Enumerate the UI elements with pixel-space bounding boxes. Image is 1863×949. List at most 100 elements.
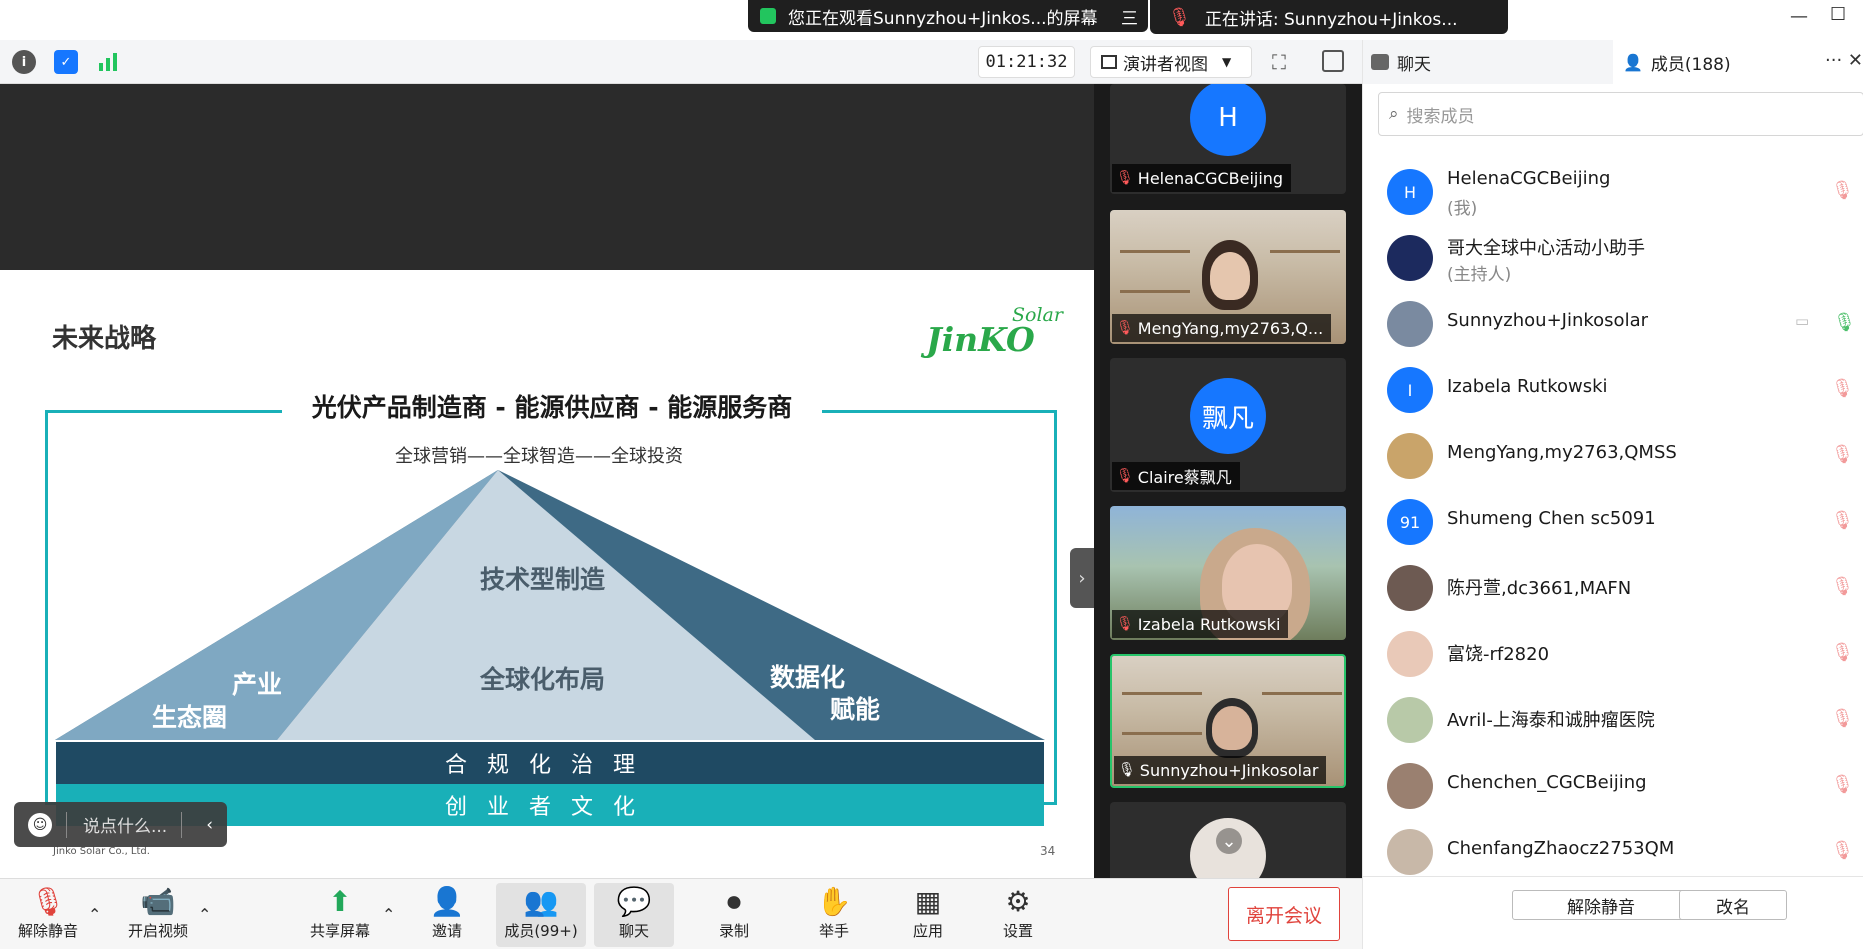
member-avatar — [1387, 763, 1433, 809]
video-tile-name: 🎙 MengYang,my2763,Q... — [1112, 314, 1332, 342]
member-row[interactable]: 陈丹萱,dc3661,MAFN 🎙 — [1363, 556, 1863, 622]
member-row[interactable]: 富饶-rf2820 🎙 — [1363, 622, 1863, 688]
member-row[interactable]: I Izabela Rutkowski 🎙 — [1363, 358, 1863, 424]
video-tile[interactable]: 🎙 Izabela Rutkowski — [1110, 506, 1346, 640]
record-label: 录制 — [718, 922, 749, 940]
member-search-input[interactable]: ⌕ 搜索成员 — [1378, 92, 1863, 136]
chat-button[interactable]: 💬 聊天 — [594, 883, 674, 947]
mic-muted-icon[interactable]: 🎙 — [1831, 774, 1854, 795]
mic-muted-icon: 🎙 — [1116, 320, 1134, 336]
member-row[interactable]: Sunnyzhou+Jinkosolar ▭ 🎙 — [1363, 292, 1863, 358]
info-icon[interactable]: i — [12, 50, 36, 74]
invite-button[interactable]: 👤 邀请 — [416, 883, 478, 947]
mic-muted-icon[interactable]: 🎙 — [1831, 378, 1854, 399]
screen-share-banner[interactable]: 您正在观看Sunnyzhou+Jinkos...的屏幕 三 — [748, 0, 1148, 32]
member-name: 哥大全球中心活动小助手 — [1447, 238, 1645, 259]
pyramid-label-right-1: 数据化 — [770, 663, 846, 692]
member-row[interactable]: 哥大全球中心活动小助手 (主持人) — [1363, 226, 1863, 292]
audio-options-caret-icon[interactable]: ⌃ — [88, 905, 101, 924]
members-label: 成员(99+) — [504, 922, 578, 940]
unmute-mic-button[interactable]: 🎙 解除静音 — [8, 883, 88, 947]
member-name: Izabela Rutkowski — [1447, 376, 1608, 397]
mic-muted-icon[interactable]: 🎙 — [1831, 708, 1854, 729]
member-avatar — [1387, 433, 1433, 479]
member-name: MengYang,my2763,QMSS — [1447, 442, 1677, 463]
fullscreen-icon[interactable]: ⛶ — [1272, 50, 1286, 74]
member-row[interactable]: 91 Shumeng Chen sc5091 🎙 — [1363, 490, 1863, 556]
participant-avatar: 飘凡 — [1190, 378, 1266, 454]
video-options-caret-icon[interactable]: ⌃ — [198, 905, 211, 924]
quick-chat-placeholder: 说点什么... — [83, 817, 168, 837]
share-screen-icon: ⬆ — [328, 885, 352, 918]
view-mode-select[interactable]: 演讲者视图 ▼ — [1090, 46, 1252, 78]
more-options-icon[interactable]: ··· ✕ — [1825, 50, 1863, 71]
mic-muted-icon[interactable]: 🎙 — [1831, 510, 1854, 531]
participant-avatar: H — [1190, 84, 1266, 156]
maximize-window-icon[interactable]: ☐ — [1830, 4, 1850, 25]
rename-button[interactable]: 改名 — [1679, 890, 1787, 920]
member-row[interactable]: Avril-上海泰和诚肿瘤医院 🎙 — [1363, 688, 1863, 754]
participant-name: HelenaCGCBeijing — [1137, 168, 1284, 188]
unmute-button[interactable]: 解除静音 — [1512, 890, 1690, 920]
mic-muted-icon[interactable]: 🎙 — [1831, 444, 1854, 465]
video-tile[interactable]: 飘凡 🎙 Claire蔡飘凡 — [1110, 358, 1346, 492]
record-button[interactable]: ⏺ 录制 — [700, 883, 768, 947]
member-avatar: H — [1387, 169, 1433, 215]
sidebar-toggle-icon[interactable] — [1322, 50, 1344, 72]
settings-label: 设置 — [1002, 922, 1033, 940]
speaking-indicator: 🎙 正在讲话: Sunnyzhou+Jinkos... — [1150, 0, 1508, 34]
mic-muted-icon[interactable]: 🎙 — [1831, 576, 1854, 597]
pyramid-label-left-2: 生态圈 — [152, 703, 228, 732]
member-avatar — [1387, 697, 1433, 743]
minimize-window-icon[interactable]: — — [1790, 6, 1810, 27]
gear-icon: ⚙ — [1005, 885, 1031, 918]
collapse-left-icon[interactable]: ‹ — [206, 815, 213, 835]
share-options-caret-icon[interactable]: ⌃ — [382, 905, 395, 924]
member-row[interactable]: H HelenaCGCBeijing (我) 🎙 — [1363, 160, 1863, 226]
members-button[interactable]: 👥 成员(99+) — [496, 883, 586, 947]
video-tile-name: 🎙 Claire蔡飘凡 — [1112, 462, 1240, 490]
apps-grid-icon: ▦ — [914, 885, 942, 918]
pyramid-label-middle: 全球化布局 — [480, 665, 606, 694]
network-signal-icon[interactable] — [96, 50, 120, 74]
member-name: Sunnyzhou+Jinkosolar — [1447, 310, 1648, 331]
member-avatar — [1387, 829, 1433, 875]
video-tile-active-speaker[interactable]: 🎙 Sunnyzhou+Jinkosolar — [1110, 654, 1346, 788]
apps-button[interactable]: ▦ 应用 — [894, 883, 962, 947]
security-shield-icon[interactable]: ✓ — [54, 50, 78, 74]
governance-bar: 合规化治理 — [56, 742, 1044, 784]
tab-chat-label: 聊天 — [1397, 54, 1431, 75]
raise-hand-button[interactable]: ✋ 举手 — [800, 883, 868, 947]
leave-meeting-button[interactable]: 离开会议 — [1228, 887, 1340, 941]
pyramid-label-right-2: 赋能 — [830, 695, 881, 724]
invite-user-icon: 👤 — [429, 885, 465, 918]
member-avatar — [1387, 235, 1433, 281]
member-avatar — [1387, 565, 1433, 611]
emoji-icon[interactable]: ☺ — [28, 812, 52, 837]
start-video-button[interactable]: 📹 开启视频 — [118, 883, 198, 947]
video-panel-collapse-icon[interactable]: › — [1070, 548, 1094, 608]
video-tile-name: 🎙 Sunnyzhou+Jinkosolar — [1114, 756, 1327, 784]
meeting-timer: 01:21:32 — [978, 46, 1075, 78]
quick-chat-input[interactable]: ☺ 说点什么... ‹ — [14, 802, 227, 847]
video-tile[interactable]: 🎙 MengYang,my2763,Q... — [1110, 210, 1346, 344]
participant-name: Claire蔡飘凡 — [1137, 468, 1232, 487]
banner-menu-icon[interactable]: 三 — [1121, 4, 1138, 29]
scroll-down-icon[interactable]: ⌄ — [1216, 828, 1242, 854]
member-row[interactable]: MengYang,my2763,QMSS 🎙 — [1363, 424, 1863, 490]
member-row[interactable]: Chenchen_CGCBeijing 🎙 — [1363, 754, 1863, 820]
video-tile[interactable]: H 🎙 HelenaCGCBeijing — [1110, 84, 1346, 194]
settings-button[interactable]: ⚙ 设置 — [984, 883, 1052, 947]
mic-muted-icon[interactable]: 🎙 — [1831, 180, 1854, 201]
member-avatar — [1387, 301, 1433, 347]
mic-muted-icon[interactable]: 🎙 — [1831, 642, 1854, 663]
mic-icon[interactable]: 🎙 — [1833, 312, 1856, 333]
member-name: 富饶-rf2820 — [1447, 644, 1550, 665]
view-mode-label: 演讲者视图 — [1123, 54, 1208, 75]
tab-members-label: 成员(188) — [1650, 54, 1731, 75]
video-tile[interactable]: ⌄ — [1110, 802, 1346, 882]
mic-muted-icon[interactable]: 🎙 — [1831, 840, 1854, 861]
tab-chat[interactable]: 聊天 — [1363, 40, 1613, 84]
member-avatar: 91 — [1387, 499, 1433, 545]
share-screen-button[interactable]: ⬆ 共享屏幕 — [300, 883, 380, 947]
